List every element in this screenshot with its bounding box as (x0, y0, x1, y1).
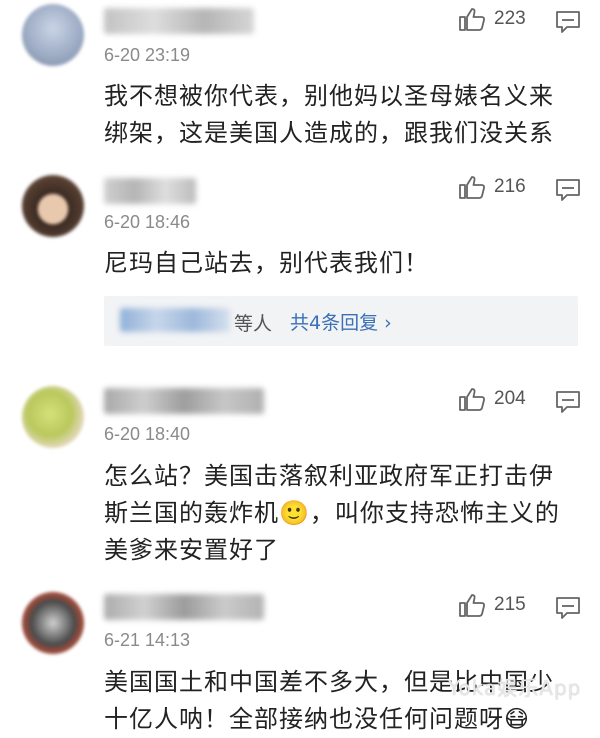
reply-preview[interactable]: 等人 共4条回复 › (104, 296, 578, 346)
avatar[interactable] (22, 175, 84, 237)
comment-bubble-icon[interactable] (555, 596, 581, 620)
comment-bubble-icon[interactable] (555, 390, 581, 414)
watermark: Yoka娱乐App (448, 676, 582, 700)
comment-text: 怎么站？美国击落叙利亚政府军正打击伊斯兰国的轰炸机🙂，叫你支持恐怖主义的美爹来安… (104, 462, 560, 564)
comment-time: 6-20 18:46 (104, 212, 191, 232)
view-replies-link[interactable]: 共4条回复 › (290, 308, 392, 335)
thumbs-up-icon (459, 8, 485, 31)
reply-etc-label: 等人 (234, 313, 273, 335)
username-redacted[interactable] (104, 8, 254, 34)
comment-text: 尼玛自己站去，别代表我们！ (104, 249, 429, 277)
like-button[interactable]: 204 (458, 386, 526, 412)
thumbs-up-icon (459, 176, 485, 199)
avatar[interactable] (22, 4, 84, 66)
comment-text: 我不想被你代表，别他妈以圣母婊名义来绑架，这是美国人造成的，跟我们没关系 (104, 82, 554, 147)
comment-bubble-icon[interactable] (555, 10, 581, 34)
comment-time: 6-20 18:40 (104, 424, 191, 444)
comment-time: 6-20 23:19 (104, 45, 191, 65)
like-button[interactable]: 223 (458, 6, 526, 32)
avatar[interactable] (22, 386, 84, 448)
thumbs-up-icon (459, 594, 485, 617)
username-redacted[interactable] (104, 594, 264, 620)
like-count: 216 (494, 176, 526, 197)
like-button[interactable]: 215 (458, 592, 526, 618)
like-count: 223 (494, 8, 526, 29)
reply-usernames-redacted (120, 308, 230, 332)
comment-time: 6-21 14:13 (104, 630, 191, 650)
comment-bubble-icon[interactable] (555, 178, 581, 202)
like-button[interactable]: 216 (458, 174, 526, 200)
username-redacted[interactable] (104, 178, 196, 204)
thumbs-up-icon (459, 388, 485, 411)
username-redacted[interactable] (104, 388, 264, 414)
like-count: 215 (494, 594, 526, 615)
avatar[interactable] (22, 592, 84, 654)
like-count: 204 (494, 388, 526, 409)
